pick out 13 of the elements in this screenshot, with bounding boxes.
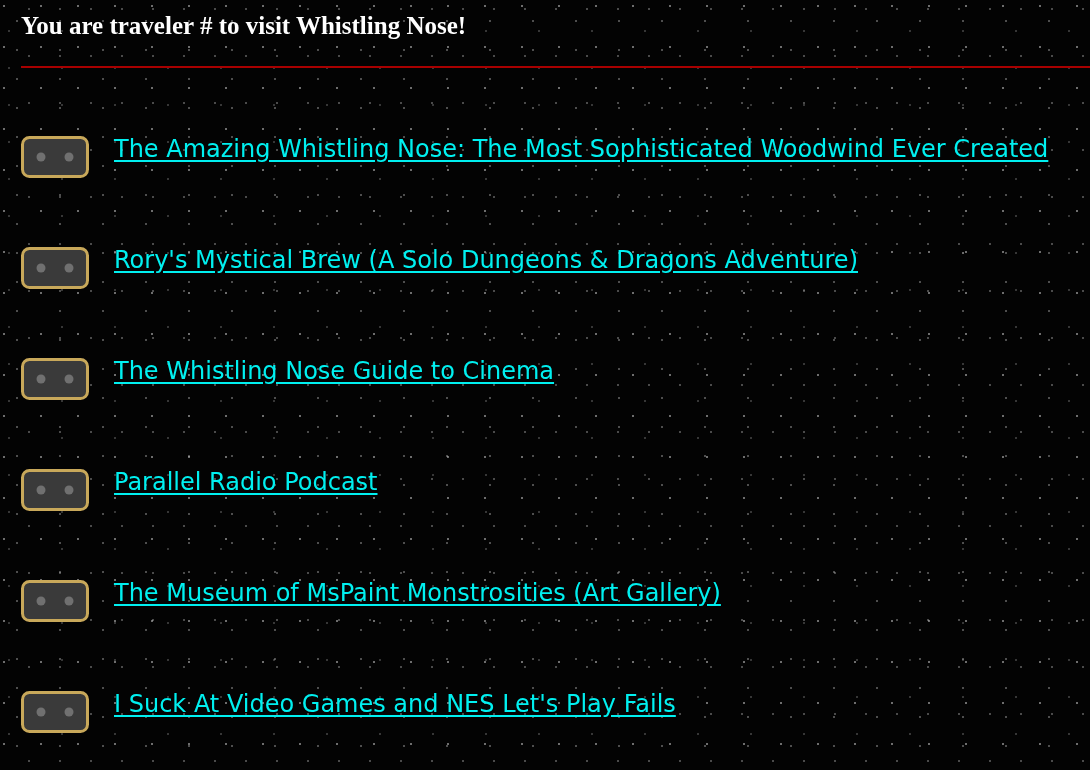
two-dot-tile-icon (21, 469, 89, 511)
page-link[interactable]: Parallel Radio Podcast (114, 468, 378, 496)
page-heading: You are traveler # to visit Whistling Nose! (21, 12, 468, 40)
two-dot-tile-icon (21, 691, 89, 733)
page-link[interactable]: The Amazing Whistling Nose: The Most Sophisticated Woodwind Ever Created (114, 135, 1049, 163)
two-dot-tile-icon (21, 580, 89, 622)
page-link[interactable]: The Museum of MsPaint Monstrosities (Art Gallery) (114, 579, 721, 607)
two-dot-tile-icon (21, 136, 89, 178)
two-dot-tile-icon (21, 358, 89, 400)
page-link[interactable]: I Suck At Video Games and NES Let's Play Fails (114, 690, 676, 718)
two-dot-tile-icon (21, 247, 89, 289)
page-link[interactable]: The Whistling Nose Guide to Cinema (114, 357, 555, 385)
page-link[interactable]: Rory's Mystical Brew (A Solo Dungeons & Dragons Adventure) (114, 246, 858, 274)
